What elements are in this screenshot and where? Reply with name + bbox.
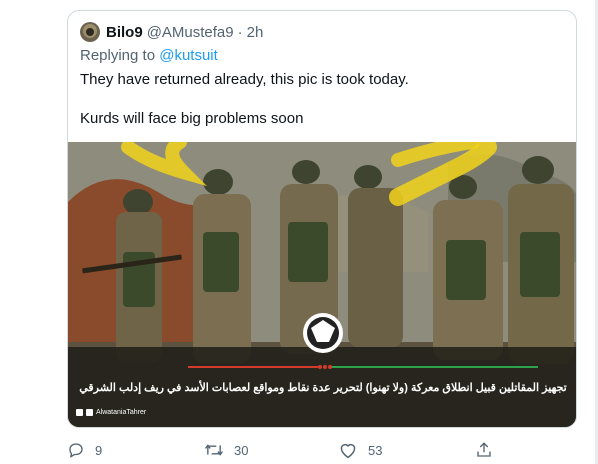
like-count: 53 [368,442,383,458]
photo-watermark: AlwataniaTahrer [76,409,146,416]
separator-dot: · [237,23,243,41]
tweet-action-bar: 9 30 53 [67,441,507,463]
tweet-text-line-1: They have returned already, this pic is … [80,71,409,88]
quoted-tweet-card[interactable]: Bilo9 @AMustefa9 · 2h Replying to @kutsu… [67,10,577,428]
reply-count: 9 [95,442,103,458]
timestamp[interactable]: 2h [247,24,264,41]
photo-caption: تجهيز المقاتلين قبيل انطلاق معركة (ولا ت… [79,382,567,394]
retweet-button[interactable]: 30 [204,441,248,459]
tweet-media-photo[interactable]: تجهيز المقاتلين قبيل انطلاق معركة (ولا ت… [68,142,576,427]
share-button[interactable] [475,441,503,459]
retweet-count: 30 [234,442,249,458]
share-icon [477,442,491,457]
heart-icon [340,443,356,459]
tweet-header: Bilo9 @AMustefa9 · 2h [80,21,263,43]
replying-to-line: Replying to @kutsuit [80,47,218,64]
reply-mention-link[interactable]: @kutsuit [159,47,218,64]
display-name[interactable]: Bilo9 [106,24,143,41]
like-button[interactable]: 53 [338,441,382,459]
retweet-icon [204,444,224,456]
watermark-twitter-icon [86,409,93,416]
avatar[interactable] [80,22,100,42]
reply-button[interactable]: 9 [67,441,102,459]
watermark-logo-icon [76,409,83,416]
watermark-text: AlwataniaTahrer [96,409,147,416]
tweet-text-line-2: Kurds will face big problems soon [80,110,304,127]
user-handle[interactable]: @AMustefa9 [147,24,234,41]
reply-prefix: Replying to [80,47,160,64]
reply-icon [69,443,83,458]
